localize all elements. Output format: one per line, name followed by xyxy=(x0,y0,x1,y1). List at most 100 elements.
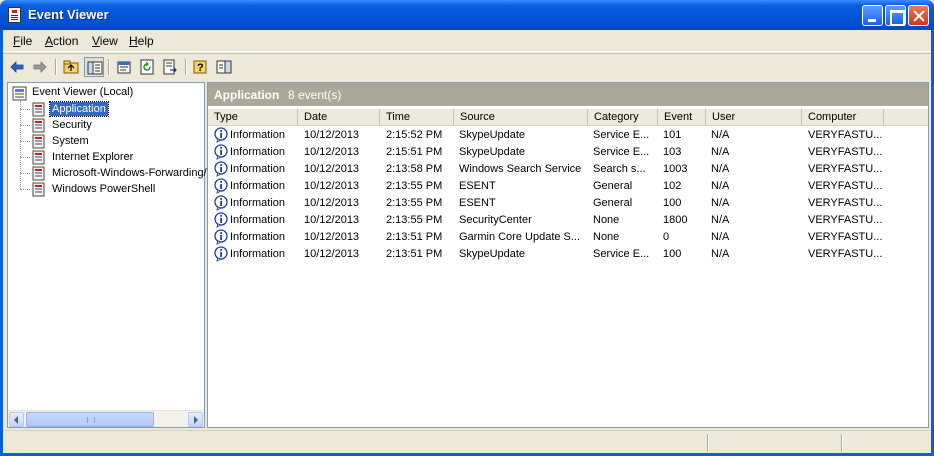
event-viewer-app-icon[interactable] xyxy=(8,7,21,23)
table-row[interactable]: Information 10/12/2013 2:15:52 PM SkypeUpda… xyxy=(208,127,928,144)
column-header-category[interactable]: Category xyxy=(588,109,658,126)
event-list-pane: Application 8 event(s) Type Date Time So… xyxy=(207,82,929,428)
event-log-icon xyxy=(32,118,45,133)
cell-event: 102 xyxy=(663,180,682,192)
menu-action[interactable]: Action xyxy=(45,34,78,48)
cell-event: 0 xyxy=(663,231,670,243)
column-header-event[interactable]: Event xyxy=(658,109,706,126)
information-icon xyxy=(214,212,228,228)
cell-category: Search s... xyxy=(593,163,646,175)
minimize-button[interactable] xyxy=(862,5,883,26)
event-log-icon xyxy=(32,182,45,197)
properties-icon xyxy=(117,61,131,74)
cell-user: N/A xyxy=(711,231,730,243)
column-header-time[interactable]: Time xyxy=(380,109,454,126)
cell-type: Information xyxy=(230,163,286,175)
tree-horizontal-scrollbar[interactable] xyxy=(8,410,204,427)
cell-user: N/A xyxy=(711,146,730,158)
close-button[interactable] xyxy=(908,5,929,26)
table-row[interactable]: Information 10/12/2013 2:13:55 PM SecurityC… xyxy=(208,212,928,229)
cell-time: 2:13:55 PM xyxy=(386,197,443,209)
information-icon xyxy=(214,178,228,194)
help-button[interactable]: ? xyxy=(191,57,211,77)
tree-item-application[interactable]: Application xyxy=(20,101,206,117)
cell-date: 10/12/2013 xyxy=(304,214,360,226)
table-row[interactable]: Information 10/12/2013 2:13:55 PM ESENT Gene… xyxy=(208,178,928,195)
toolbar-separator xyxy=(185,59,187,75)
cell-source: SecurityCenter xyxy=(459,214,532,226)
client-area: File Action View Help ? Event Viewer (Lo… xyxy=(3,30,931,453)
toolbar-separator xyxy=(55,59,57,75)
scrollbar-thumb[interactable] xyxy=(26,412,154,427)
table-row[interactable]: Information 10/12/2013 2:13:58 PM Windows S… xyxy=(208,161,928,178)
toolbar: ? xyxy=(3,53,931,79)
back-button[interactable] xyxy=(7,57,27,77)
cell-user: N/A xyxy=(711,214,730,226)
tree-root-label: Event Viewer (Local) xyxy=(32,86,134,98)
title-bar[interactable]: Event Viewer xyxy=(0,0,934,30)
cell-time: 2:13:51 PM xyxy=(386,248,443,260)
event-log-icon xyxy=(32,166,45,181)
console-tree[interactable]: Event Viewer (Local) Application Securit… xyxy=(7,82,207,428)
information-icon xyxy=(214,144,228,160)
column-header-type[interactable]: Type xyxy=(208,109,298,126)
cell-date: 10/12/2013 xyxy=(304,146,360,158)
column-header-source[interactable]: Source xyxy=(454,109,588,126)
cell-date: 10/12/2013 xyxy=(304,231,360,243)
window-title: Event Viewer xyxy=(28,7,109,22)
console-tree-button[interactable] xyxy=(214,57,234,77)
cell-source: SkypeUpdate xyxy=(459,146,526,158)
cell-type: Information xyxy=(230,197,286,209)
event-viewer-computer-icon xyxy=(12,86,27,101)
cell-computer: VERYFASTU... xyxy=(808,129,883,141)
menu-help[interactable]: Help xyxy=(129,34,154,48)
information-icon xyxy=(214,229,228,245)
event-log-icon xyxy=(32,102,45,117)
event-viewer-window: Event Viewer File Action View Help ? Eve… xyxy=(0,0,934,456)
cell-time: 2:13:51 PM xyxy=(386,231,443,243)
tree-item-system[interactable]: System xyxy=(20,133,206,149)
show-hide-console-tree-button[interactable] xyxy=(84,57,104,77)
tree-item-windows-powershell[interactable]: Windows PowerShell xyxy=(20,181,206,197)
forward-arrow-icon xyxy=(33,61,47,73)
refresh-icon xyxy=(140,59,154,75)
tree-item-microsoft-windows-forwarding[interactable]: Microsoft-Windows-Forwarding/ xyxy=(20,165,207,181)
menu-bar: File Action View Help xyxy=(3,30,931,52)
cell-source: SkypeUpdate xyxy=(459,129,526,141)
table-row[interactable]: Information 10/12/2013 2:13:55 PM ESENT Gene… xyxy=(208,195,928,212)
cell-category: General xyxy=(593,180,633,192)
cell-event: 103 xyxy=(663,146,682,158)
column-header-computer[interactable]: Computer xyxy=(802,109,884,126)
maximize-button[interactable] xyxy=(885,5,906,26)
event-log-icon xyxy=(32,134,45,149)
cell-date: 10/12/2013 xyxy=(304,197,360,209)
menu-file[interactable]: File xyxy=(13,34,32,48)
back-arrow-icon xyxy=(10,61,24,73)
refresh-button[interactable] xyxy=(137,57,157,77)
tree-item-label: Microsoft-Windows-Forwarding/ xyxy=(52,167,207,179)
cell-source: ESENT xyxy=(459,197,496,209)
cell-date: 10/12/2013 xyxy=(304,163,360,175)
table-row[interactable]: Information 10/12/2013 2:13:51 PM SkypeUpda… xyxy=(208,246,928,263)
forward-button[interactable] xyxy=(30,57,50,77)
cell-time: 2:15:52 PM xyxy=(386,129,443,141)
export-list-button[interactable] xyxy=(160,57,180,77)
menu-view[interactable]: View xyxy=(92,34,118,48)
tree-item-label: Windows PowerShell xyxy=(52,183,156,195)
tree-item-internet-explorer[interactable]: Internet Explorer xyxy=(20,149,206,165)
column-header-user[interactable]: User xyxy=(706,109,802,126)
cell-computer: VERYFASTU... xyxy=(808,146,883,158)
column-header-date[interactable]: Date xyxy=(298,109,380,126)
information-icon xyxy=(214,127,228,143)
up-one-level-button[interactable] xyxy=(61,57,81,77)
scroll-right-button[interactable] xyxy=(188,412,203,427)
properties-button[interactable] xyxy=(114,57,134,77)
scroll-left-button[interactable] xyxy=(9,412,24,427)
cell-user: N/A xyxy=(711,129,730,141)
tree-item-security[interactable]: Security xyxy=(20,117,206,133)
table-row[interactable]: Information 10/12/2013 2:13:51 PM Garmin Co… xyxy=(208,229,928,246)
tree-item-label: Internet Explorer xyxy=(52,151,134,163)
cell-event: 100 xyxy=(663,248,682,260)
cell-source: Windows Search Service xyxy=(459,163,582,175)
table-row[interactable]: Information 10/12/2013 2:15:51 PM SkypeUpda… xyxy=(208,144,928,161)
